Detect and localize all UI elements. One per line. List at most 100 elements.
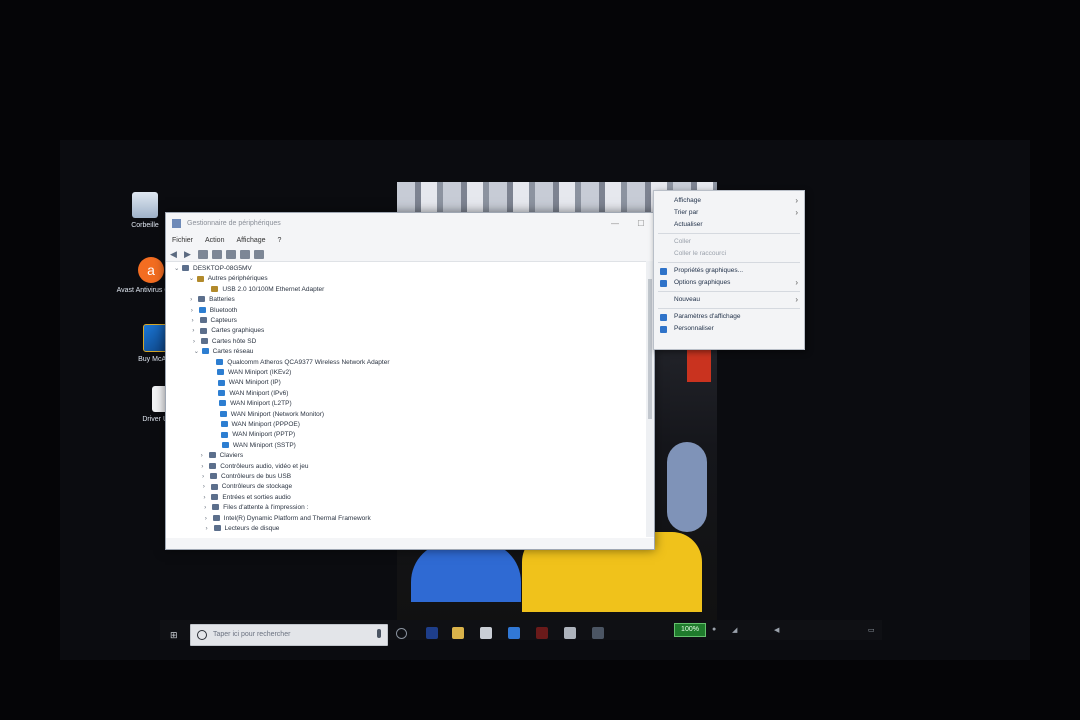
task-view-icon[interactable]	[396, 628, 407, 639]
tree-item[interactable]: › Intel(R) Dynamic Platform and Thermal F…	[205, 514, 371, 524]
submenu-chevron-icon: ›	[795, 196, 798, 205]
tree-item[interactable]: ⌄ Autres périphériques	[189, 274, 268, 284]
expand-arrow-icon[interactable]: ›	[204, 503, 212, 513]
store-icon[interactable]	[480, 627, 492, 639]
tree-item-label: WAN Miniport (PPPOE)	[231, 421, 300, 428]
context-menu-label: Nouveau	[674, 296, 701, 303]
tree-item[interactable]: USB 2.0 10/100M Ethernet Adapter	[203, 285, 324, 295]
expand-arrow-icon[interactable]: ›	[192, 316, 200, 326]
expand-arrow-icon[interactable]: ›	[202, 472, 210, 482]
monitor-icon[interactable]	[254, 249, 264, 259]
tree-item[interactable]: › Bluetooth	[191, 306, 237, 316]
tree-item[interactable]: ⌄ Cartes réseau	[194, 347, 254, 357]
battery-indicator[interactable]: 100%	[674, 623, 706, 637]
expand-arrow-icon[interactable]: ›	[192, 326, 200, 336]
tree-item[interactable]: WAN Miniport (PPPOE)	[213, 420, 300, 430]
menu-fichier[interactable]: Fichier	[172, 237, 193, 244]
tree-item[interactable]: › Files d'attente à l'impression :	[204, 503, 308, 513]
app-red-icon[interactable]	[536, 627, 548, 639]
network-adapter-icon	[217, 369, 224, 376]
expand-arrow-icon[interactable]: ›	[203, 482, 211, 492]
properties-icon[interactable]	[198, 249, 208, 259]
tree-item[interactable]: WAN Miniport (PPTP)	[213, 430, 295, 440]
notification-icon[interactable]: ▭	[868, 626, 875, 634]
collapse-arrow-icon[interactable]: ⌄	[189, 274, 197, 284]
device-manager-window[interactable]: Gestionnaire de périphériques — ☐ Fichie…	[165, 212, 655, 550]
tree-item-label: Claviers	[219, 452, 244, 460]
menu-affichage[interactable]: Affichage	[236, 237, 265, 244]
cortana-search-icon	[197, 630, 207, 640]
network-tray-icon[interactable]: ◢	[732, 626, 737, 634]
menu-separator	[658, 291, 800, 292]
tree-item[interactable]: › Entrées et sorties audio	[203, 493, 290, 503]
tree-item[interactable]: WAN Miniport (L2TP)	[211, 399, 292, 409]
title-bar[interactable]: Gestionnaire de périphériques — ☐	[166, 213, 654, 233]
menu-help[interactable]: ?	[278, 237, 282, 244]
tree-item[interactable]: › Contrôleurs audio, vidéo et jeu	[201, 462, 308, 472]
tree-item[interactable]: › Capteurs	[192, 316, 237, 326]
collapse-arrow-icon[interactable]: ⌄	[194, 347, 202, 357]
context-menu-item[interactable]: Options graphiques ›	[654, 277, 804, 289]
tree-item[interactable]: › Contrôleurs de stockage	[203, 482, 292, 492]
edge-icon[interactable]	[426, 627, 438, 639]
expand-arrow-icon[interactable]: ›	[205, 514, 213, 524]
back-arrow-icon[interactable]: ◀	[170, 249, 180, 259]
context-menu-item[interactable]: Propriétés graphiques...	[654, 265, 804, 277]
tree-item[interactable]: WAN Miniport (SSTP)	[214, 441, 296, 451]
expand-arrow-icon[interactable]: ›	[201, 451, 209, 461]
show-hidden-icon[interactable]	[212, 249, 222, 259]
context-menu-item[interactable]: Personnaliser	[654, 323, 804, 335]
tree-item[interactable]: WAN Miniport (Network Monitor)	[212, 410, 324, 420]
tree-item-label: Cartes hôte SD	[211, 337, 257, 345]
app-l-icon[interactable]	[508, 627, 520, 639]
tree-item[interactable]: Qualcomm Atheros QCA9377 Wireless Networ…	[208, 358, 390, 368]
microphone-tray-icon[interactable]: ●	[712, 626, 716, 633]
network-adapter-icon	[216, 358, 224, 365]
tree-item[interactable]: › Claviers	[201, 451, 243, 461]
tree-item-label: Capteurs	[210, 317, 237, 324]
context-menu-item[interactable]: Actualiser	[654, 219, 804, 231]
network-adapter-icon	[201, 348, 209, 355]
tree-item[interactable]: › Cartes graphiques	[192, 326, 264, 336]
tree-item[interactable]: ⌄ DESKTOP-08G5MV	[174, 264, 252, 274]
minimize-button[interactable]: —	[602, 219, 628, 228]
context-menu-item[interactable]: Paramètres d'affichage	[654, 311, 804, 323]
taskbar-search-input[interactable]: Taper ici pour rechercher	[190, 624, 388, 646]
collapse-arrow-icon[interactable]: ⌄	[174, 264, 182, 274]
device-tree[interactable]: ⌄ DESKTOP-08G5MV ⌄ Autres périphériques USB …	[166, 262, 654, 538]
tree-item[interactable]: WAN Miniport (IP)	[210, 378, 281, 388]
maximize-button[interactable]: ☐	[628, 219, 654, 228]
context-menu-item[interactable]: Affichage ›	[654, 195, 804, 207]
file-explorer-icon[interactable]	[452, 627, 464, 639]
expand-arrow-icon[interactable]: ›	[203, 493, 211, 503]
scrollbar-thumb[interactable]	[648, 279, 652, 419]
tree-item[interactable]: WAN Miniport (IKEv2)	[209, 368, 291, 378]
context-menu-label: Coller	[674, 238, 691, 245]
tree-item-label: Batteries	[209, 296, 235, 304]
menu-action[interactable]: Action	[205, 237, 224, 244]
help-icon[interactable]	[226, 249, 236, 259]
tree-item[interactable]: › Contrôleurs de bus USB	[202, 472, 291, 482]
expand-arrow-icon[interactable]: ›	[206, 524, 214, 534]
desktop-context-menu[interactable]: Affichage › Trier par › Actualiser Coller Coll…	[653, 190, 805, 350]
context-menu-item[interactable]: Nouveau ›	[654, 294, 804, 306]
expand-arrow-icon[interactable]: ›	[193, 337, 201, 347]
update-driver-icon[interactable]	[240, 249, 250, 259]
expand-arrow-icon[interactable]: ›	[201, 462, 209, 472]
forward-arrow-icon[interactable]: ▶	[184, 249, 194, 259]
context-menu-item[interactable]: Trier par ›	[654, 207, 804, 219]
desktop-icon-label: Corbeille	[131, 222, 159, 229]
tree-item[interactable]: › Batteries	[190, 295, 235, 305]
tree-item[interactable]: › Lecteurs de disque	[206, 524, 280, 534]
tree-item[interactable]: › Cartes hôte SD	[193, 337, 256, 347]
submenu-chevron-icon: ›	[795, 208, 798, 217]
expand-arrow-icon[interactable]: ›	[190, 295, 198, 305]
device-manager-taskbar-icon[interactable]	[592, 627, 604, 639]
tree-item-label: Cartes graphiques	[211, 327, 265, 335]
volume-icon[interactable]: ◀	[774, 626, 779, 634]
tree-item[interactable]: WAN Miniport (IPv6)	[210, 389, 288, 399]
expand-arrow-icon[interactable]: ›	[191, 306, 199, 316]
windows-start-icon[interactable]: ⊞	[170, 630, 180, 640]
mail-icon[interactable]	[564, 627, 576, 639]
microphone-icon[interactable]	[377, 629, 381, 638]
